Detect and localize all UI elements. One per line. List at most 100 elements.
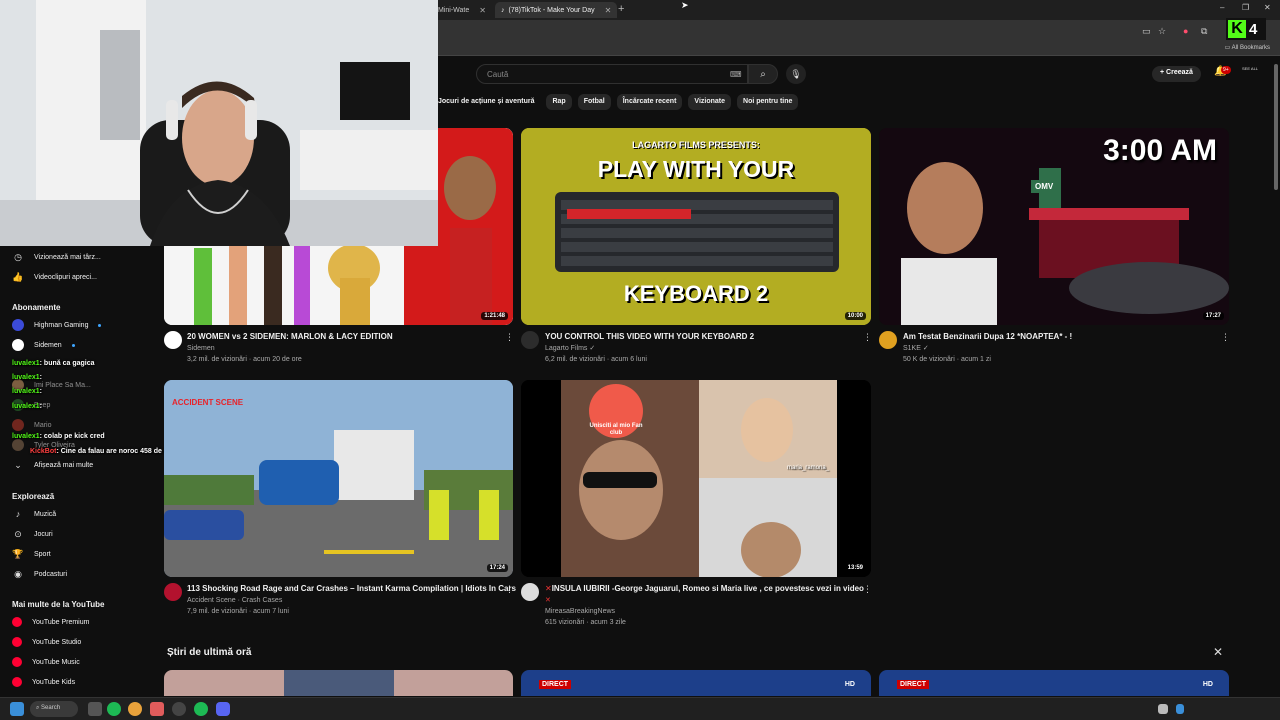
tab-close-icon[interactable]: ✕ — [479, 6, 486, 15]
channel-avatar[interactable] — [164, 331, 182, 349]
tray-icon[interactable] — [1176, 704, 1184, 714]
video-title[interactable]: 20 WOMEN vs 2 SIDEMEN: MARLON & LACY EDI… — [187, 332, 393, 341]
app-icon[interactable] — [150, 702, 164, 716]
minimize-icon[interactable]: – — [1220, 3, 1224, 12]
chat-username: luvalex1 — [12, 403, 40, 410]
sidebar-item-yt-music[interactable]: YouTube Music — [12, 657, 80, 667]
obs-icon[interactable] — [172, 702, 186, 716]
news-thumbnail[interactable]: DIRECT HD — [879, 670, 1229, 696]
chip-action-adventure[interactable]: Jocuri de acțiune și aventură — [432, 94, 540, 110]
avatar — [12, 439, 24, 451]
tray-icon[interactable] — [1158, 704, 1168, 714]
sidebar-item-podcasts[interactable]: ◉ Podcasturi — [12, 569, 67, 580]
sidebar-show-more[interactable]: ⌄ Afișează mai multe — [12, 460, 93, 471]
video-channel[interactable]: MireasaBreakingNews — [545, 606, 615, 617]
video-channel[interactable]: Lagarto Films ✓ — [545, 343, 595, 354]
tab-close-icon[interactable]: ✕ — [605, 6, 612, 15]
sidebar-sub-highman[interactable]: Highman Gaming — [12, 319, 102, 331]
video-channel[interactable]: Accident Scene · Crash Cases — [187, 595, 282, 606]
sidebar-item-sport[interactable]: 🏆 Sport — [12, 549, 51, 560]
music-icon: ♪ — [15, 509, 21, 519]
thumbnail-caption: PLAY WITH YOUR — [597, 156, 795, 182]
more-options-icon[interactable]: ⋮ — [863, 332, 872, 343]
create-button[interactable]: + Creează — [1152, 66, 1201, 82]
channel-avatar[interactable] — [521, 331, 539, 349]
sidebar-sub-mario[interactable]: Mario — [12, 419, 52, 431]
video-stats: 615 vizionări · acum 3 zile — [545, 619, 626, 626]
new-tab-icon[interactable]: + — [618, 3, 624, 15]
keyboard-icon[interactable]: ⌨ — [730, 70, 742, 79]
bookmark-star-icon[interactable]: ☆ — [1158, 26, 1166, 37]
search-input[interactable]: Caută — [476, 64, 748, 84]
fan-club-heart-icon: Unisciti al mio Fan club — [589, 384, 643, 438]
extension-icon[interactable]: ● — [1183, 26, 1188, 36]
video-thumbnail[interactable]: Unisciti al mio Fan club maria_ramona_ 1… — [521, 380, 871, 577]
app-icon[interactable] — [107, 702, 121, 716]
search-button[interactable]: ⌕ — [748, 64, 778, 84]
sidebar-sub-sidemen[interactable]: Sidemen — [12, 339, 75, 351]
video-channel[interactable]: S1KE ✓ — [903, 343, 929, 354]
explore-heading: Explorează — [12, 492, 55, 501]
video-title-emoji: ✕ — [545, 595, 551, 606]
sidebar-item-yt-kids[interactable]: YouTube Kids — [12, 677, 75, 687]
more-options-icon[interactable]: ⋮ — [863, 584, 872, 595]
chip-recent[interactable]: Încărcate recent — [616, 94, 683, 110]
video-stats: 3,2 mil. de vizionări · acum 20 de ore — [187, 356, 302, 363]
chip-watched[interactable]: Vizionate — [688, 94, 732, 110]
chip-new-for-you[interactable]: Noi pentru tine — [737, 94, 799, 110]
all-bookmarks-link[interactable]: ▭ All Bookmarks — [1225, 44, 1270, 51]
chrome-icon[interactable] — [128, 702, 142, 716]
channel-avatar[interactable] — [521, 583, 539, 601]
task-view-icon[interactable] — [88, 702, 102, 716]
sidebar-item-gaming[interactable]: ⊙ Jocuri — [12, 529, 52, 540]
news-thumbnail-art — [284, 670, 394, 696]
close-window-icon[interactable]: ✕ — [1264, 3, 1271, 12]
sidebar-item-yt-premium[interactable]: YouTube Premium — [12, 617, 89, 627]
more-options-icon[interactable]: ⋮ — [505, 584, 514, 595]
video-title[interactable]: YOU CONTROL THIS VIDEO WITH YOUR KEYBOAR… — [545, 332, 754, 341]
avatar — [12, 319, 24, 331]
chip-rap[interactable]: Rap — [546, 94, 572, 110]
chat-text: : — [39, 403, 42, 410]
browser-tab-active[interactable]: ♪ (78)TikTok - Make Your Day ✕ — [495, 2, 618, 18]
spotify-icon[interactable] — [194, 702, 208, 716]
sidebar-item-label: Sport — [34, 551, 51, 558]
chip-football[interactable]: Fotbal — [577, 94, 611, 110]
discord-icon[interactable] — [216, 702, 230, 716]
video-title[interactable]: Am Testat Benzinarii Dupa 12 *NOAPTEA* -… — [903, 332, 1072, 341]
scrollbar-thumb[interactable] — [1274, 64, 1278, 190]
cast-icon[interactable]: ▭ — [1142, 26, 1151, 37]
sidebar-item-label: Highman Gaming — [34, 321, 89, 329]
voice-search-button[interactable]: 🎙 — [786, 64, 806, 84]
notification-count-badge: 9+ — [1221, 66, 1231, 74]
maximize-icon[interactable]: ❐ — [1242, 3, 1249, 12]
channel-name: S1KE — [903, 345, 921, 352]
thumbnail-caption-top: LAGARTO FILMS PRESENTS: — [632, 140, 760, 150]
video-thumbnail[interactable]: 3:00 AM OMV 17:27 — [879, 128, 1229, 325]
news-thumbnail[interactable] — [164, 670, 513, 696]
extensions-puzzle-icon[interactable]: ⧉ — [1201, 26, 1207, 37]
sidebar-item-label: Vizionează mai târz... — [34, 254, 101, 261]
more-options-icon[interactable]: ⋮ — [505, 332, 514, 343]
live-split-screen-art — [521, 380, 871, 577]
channel-avatar[interactable] — [879, 331, 897, 349]
sidebar-item-watch-later[interactable]: ◷ Vizionează mai târz... — [12, 252, 101, 263]
windows-taskbar: ⌕ Search — [0, 697, 1280, 720]
taskbar-search[interactable]: ⌕ Search — [30, 701, 78, 717]
video-thumbnail[interactable]: LAGARTO FILMS PRESENTS: PLAY WITH YOUR K… — [521, 128, 871, 325]
news-thumbnail[interactable]: DIRECT HD — [521, 670, 871, 696]
video-channel[interactable]: Sidemen — [187, 343, 215, 354]
video-title[interactable]: 113 Shocking Road Rage and Car Crashes –… — [187, 584, 516, 593]
windows-start-icon[interactable] — [10, 702, 24, 716]
close-icon[interactable]: ✕ — [1213, 645, 1223, 659]
thumbs-up-icon: 👍 — [12, 272, 24, 282]
browser-tab[interactable]: Mini-Wate ✕ — [432, 2, 492, 18]
sidebar-item-music[interactable]: ♪ Muzică — [12, 509, 56, 519]
sidebar-item-liked[interactable]: 👍 Videoclipuri apreci... — [12, 272, 97, 283]
account-avatar[interactable]: SEE ALL — [1242, 66, 1258, 82]
channel-avatar[interactable] — [164, 583, 182, 601]
video-title[interactable]: ✕INSULA IUBIRII -George Jaguarul, Romeo … — [545, 584, 864, 593]
sidebar-item-yt-studio[interactable]: YouTube Studio — [12, 637, 81, 647]
more-options-icon[interactable]: ⋮ — [1221, 332, 1230, 343]
video-thumbnail[interactable]: ACCIDENT SCENE 17:24 — [164, 380, 513, 577]
